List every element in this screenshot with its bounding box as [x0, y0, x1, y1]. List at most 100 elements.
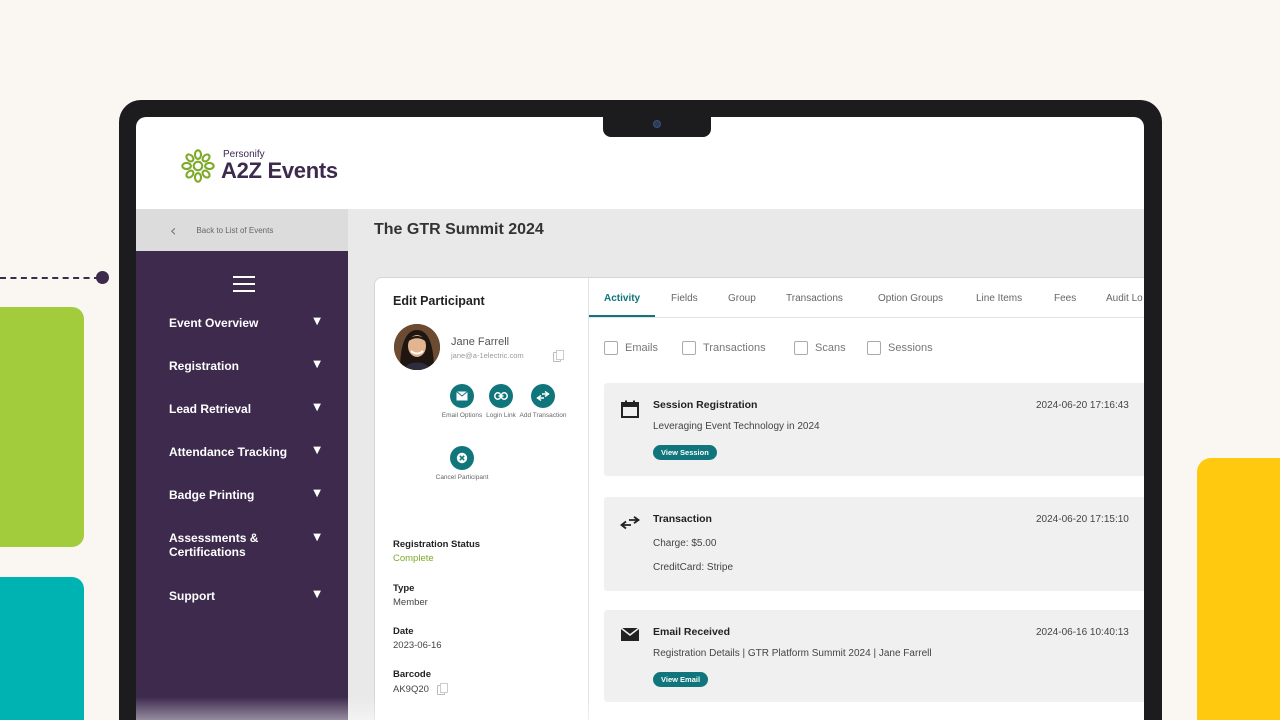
- type-value: Member: [393, 597, 428, 608]
- email-icon: [620, 627, 640, 641]
- activity-title: Session Registration: [653, 399, 758, 411]
- panel-title: Edit Participant: [393, 294, 485, 308]
- cancel-icon: [450, 446, 474, 470]
- sidebar-item-label: Attendance Tracking: [169, 445, 288, 459]
- tab-option-groups[interactable]: Option Groups: [878, 293, 943, 304]
- registration-status-label: Registration Status: [393, 539, 481, 550]
- filter-label: Transactions: [703, 342, 766, 354]
- checkbox[interactable]: [794, 341, 808, 355]
- caret-down-icon: ▼: [313, 488, 321, 499]
- avatar-photo: [394, 324, 440, 370]
- action-label: Add Transaction: [519, 412, 567, 419]
- participant-email: jane@a-1electric.com: [451, 351, 524, 360]
- filter-emails[interactable]: Emails: [604, 341, 658, 355]
- filter-label: Scans: [815, 342, 846, 354]
- view-session-button[interactable]: View Session: [653, 445, 717, 460]
- filter-scans[interactable]: Scans: [794, 341, 846, 355]
- caret-down-icon: ▼: [313, 359, 321, 370]
- camera-notch: [603, 117, 711, 137]
- activity-timestamp: 2024-06-20 17:16:43: [1036, 400, 1129, 411]
- tab-audit-log[interactable]: Audit Lo: [1106, 293, 1143, 304]
- tab-bar: Activity Fields Group Transactions Optio…: [589, 278, 1144, 318]
- tab-fees[interactable]: Fees: [1054, 293, 1076, 304]
- activity-item-transaction: Transaction 2024-06-20 17:15:10 Charge: …: [604, 497, 1144, 591]
- cancel-participant-button[interactable]: Cancel Participant: [432, 446, 492, 482]
- tab-activity[interactable]: Activity: [604, 293, 640, 304]
- sidebar-item-event-overview[interactable]: Event Overview ▼: [169, 316, 321, 330]
- sidebar-item-label: Lead Retrieval: [169, 402, 252, 416]
- sidebar-item-label: Registration: [169, 359, 240, 373]
- checkbox[interactable]: [867, 341, 881, 355]
- date-value: 2023-06-16: [393, 640, 442, 651]
- back-to-events-link[interactable]: ‹ Back to List of Events: [136, 209, 348, 251]
- sidebar-item-label: Support: [169, 589, 215, 603]
- activity-panel: Activity Fields Group Transactions Optio…: [589, 278, 1144, 720]
- tab-line-items[interactable]: Line Items: [976, 293, 1022, 304]
- caret-down-icon: ▼: [313, 402, 321, 413]
- chevron-left-icon: ‹: [170, 220, 177, 240]
- checkbox[interactable]: [604, 341, 618, 355]
- decorative-teal-block: [0, 577, 84, 720]
- webcam: [654, 121, 660, 127]
- activity-detail: Leveraging Event Technology in 2024: [653, 421, 820, 432]
- filter-sessions[interactable]: Sessions: [867, 341, 933, 355]
- date-label: Date: [393, 626, 414, 637]
- participant-name: Jane Farrell: [451, 336, 510, 348]
- barcode-value: AK9Q20: [393, 684, 429, 695]
- back-label: Back to List of Events: [196, 225, 274, 235]
- participant-panel: Edit Participant Jane Farrell jane@a-1el…: [375, 278, 589, 720]
- caret-down-icon: ▼: [313, 316, 321, 327]
- checkbox[interactable]: [682, 341, 696, 355]
- sidebar-item-label: Event Overview: [169, 316, 259, 330]
- sidebar-item-label: Badge Printing: [169, 488, 255, 502]
- activity-detail: Charge: $5.00: [653, 538, 717, 549]
- avatar: [394, 324, 440, 370]
- laptop-frame: Personify A2Z Events ‹ Back to List of E…: [119, 100, 1162, 720]
- sidebar-item-attendance-tracking[interactable]: Attendance Tracking ▼: [169, 445, 321, 459]
- copy-icon[interactable]: [437, 683, 448, 695]
- add-transaction-button[interactable]: Add Transaction: [513, 384, 573, 420]
- activity-title: Email Received: [653, 626, 731, 638]
- main-content: Edit Participant Jane Farrell jane@a-1el…: [348, 251, 1144, 720]
- sidebar-item-registration[interactable]: Registration ▼: [169, 359, 321, 373]
- calendar-icon: [621, 400, 639, 418]
- activity-timestamp: 2024-06-20 17:15:10: [1036, 514, 1129, 525]
- logo-product: A2Z Events: [221, 158, 338, 183]
- sidebar-item-badge-printing[interactable]: Badge Printing ▼: [169, 488, 321, 502]
- type-label: Type: [393, 583, 415, 594]
- filter-transactions[interactable]: Transactions: [682, 341, 766, 355]
- tab-group[interactable]: Group: [728, 293, 756, 304]
- decorative-green-block: [0, 307, 84, 547]
- filter-label: Emails: [625, 342, 659, 354]
- activity-item-session: Session Registration 2024-06-20 17:16:43…: [604, 383, 1144, 476]
- tab-fields[interactable]: Fields: [671, 293, 698, 304]
- decorative-dot: [96, 271, 109, 284]
- sidebar-item-assessments[interactable]: Assessments & Certifications ▼: [169, 531, 321, 560]
- app-logo[interactable]: Personify A2Z Events: [179, 145, 338, 187]
- sidebar: Event Overview ▼ Registration ▼ Lead Ret…: [136, 251, 348, 720]
- tab-transactions[interactable]: Transactions: [786, 293, 843, 304]
- view-email-button[interactable]: View Email: [653, 672, 709, 687]
- activity-timestamp: 2024-06-16 10:40:13: [1036, 627, 1129, 638]
- activity-item-email: Email Received 2024-06-16 10:40:13 Regis…: [604, 610, 1144, 702]
- top-bar: ‹ Back to List of Events The GTR Summit …: [136, 209, 1144, 251]
- caret-down-icon: ▼: [313, 445, 321, 456]
- filter-label: Sessions: [888, 342, 933, 354]
- decorative-yellow-block: [1197, 458, 1280, 720]
- registration-status-value: Complete: [393, 553, 434, 564]
- app-screen: Personify A2Z Events ‹ Back to List of E…: [136, 117, 1144, 720]
- copy-icon[interactable]: [553, 350, 564, 362]
- participant-card: Edit Participant Jane Farrell jane@a-1el…: [374, 277, 1144, 720]
- active-tab-indicator: [589, 315, 655, 317]
- sidebar-item-label: Assessments & Certifications: [169, 531, 259, 559]
- sidebar-item-support[interactable]: Support ▼: [169, 589, 321, 603]
- action-label: Cancel Participant: [435, 474, 489, 481]
- activity-detail: CreditCard: Stripe: [653, 562, 734, 573]
- activity-title: Transaction: [653, 513, 712, 525]
- sidebar-item-lead-retrieval[interactable]: Lead Retrieval ▼: [169, 402, 321, 416]
- logo-text: Personify A2Z Events: [221, 150, 338, 182]
- barcode-label: Barcode: [393, 669, 432, 680]
- transfer-icon: [531, 384, 555, 408]
- hamburger-menu-icon[interactable]: [233, 276, 255, 292]
- link-icon: [489, 384, 513, 408]
